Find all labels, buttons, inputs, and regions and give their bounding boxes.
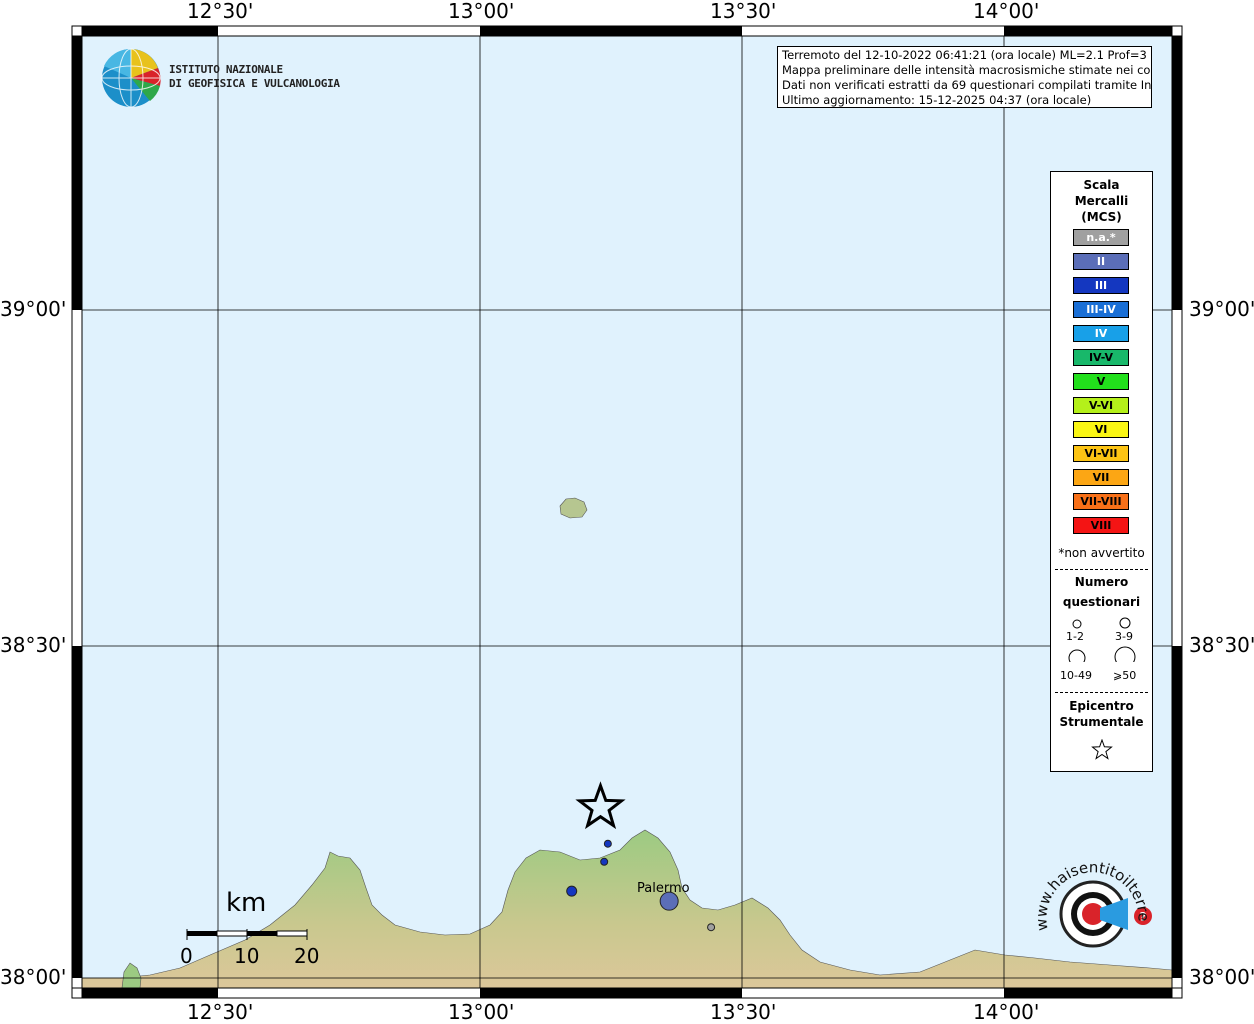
lon-label-top-4: 14°00' — [973, 0, 1040, 23]
scale-tick-0: 0 — [180, 944, 193, 968]
count-circle-50 — [1114, 646, 1136, 662]
observation-point[interactable] — [566, 885, 578, 897]
legend-epi-line-2: Strumentale — [1059, 715, 1144, 729]
count-circle-3-9 — [1119, 617, 1131, 629]
legend-epi-line-1: Epicentro — [1069, 699, 1134, 713]
observation-point[interactable] — [603, 839, 612, 848]
event-info-line-2: Mappa preliminare delle intensità macros… — [782, 63, 1152, 77]
institute-name: ISTITUTO NAZIONALE DI GEOFISICA E VULCAN… — [169, 63, 340, 91]
legend-title: Scala Mercalli (MCS) — [1051, 177, 1152, 225]
lon-label-top-3: 13°30' — [710, 0, 777, 23]
legend-star-icon — [1091, 739, 1113, 760]
count-label-50: ⩾50 — [1113, 669, 1137, 682]
legend-title-line-1: Scala — [1083, 178, 1120, 192]
lon-label-top-1: 12°30' — [187, 0, 254, 23]
place-label-palermo: Palermo — [637, 881, 690, 896]
legend-swatch-vivii: VI-VII — [1073, 445, 1129, 462]
observation-point[interactable] — [707, 923, 716, 932]
legend-separator-1 — [1055, 569, 1148, 570]
legend-swatch-vvi: V-VI — [1073, 397, 1129, 414]
legend-swatch-iv: IV — [1073, 325, 1129, 342]
legend-title-line-3: (MCS) — [1081, 210, 1122, 224]
legend-swatch-iii: III — [1073, 277, 1129, 294]
observation-point[interactable] — [600, 857, 609, 866]
institute-line-1: ISTITUTO NAZIONALE — [169, 63, 283, 76]
scale-tick-10: 10 — [234, 944, 260, 968]
lon-label-bottom-2: 13°00' — [448, 1000, 515, 1024]
event-info-box: Terremoto del 12-10-2022 06:41:21 (ora l… — [777, 46, 1152, 108]
legend-count-title-line-1: Numero — [1074, 575, 1129, 589]
legend-swatch-na: n.a.* — [1073, 229, 1129, 246]
legend-count-title-line-2: questionari — [1062, 595, 1141, 609]
legend-swatch-ivv: IV-V — [1073, 349, 1129, 366]
lat-label-left-1: 39°00' — [0, 297, 67, 321]
count-label-1-2: 1-2 — [1066, 630, 1084, 643]
count-label-10-49: 10-49 — [1060, 669, 1092, 682]
legend-swatch-v: V — [1073, 373, 1129, 390]
count-circle-1-2 — [1072, 619, 1082, 629]
legend-swatch-viii: VIII — [1073, 517, 1129, 534]
legend-swatch-viiviii: VII-VIII — [1073, 493, 1129, 510]
legend-na-note: *non avvertito — [1058, 546, 1145, 560]
lat-label-right-3: 38°00' — [1189, 965, 1254, 989]
event-info-line-1: Terremoto del 12-10-2022 06:41:21 (ora l… — [782, 48, 1152, 62]
lat-label-left-3: 38°00' — [0, 965, 67, 989]
legend-swatch-vi: VI — [1073, 421, 1129, 438]
legend-swatch-ii: II — [1073, 253, 1129, 270]
lon-label-bottom-4: 14°00' — [973, 1000, 1040, 1024]
event-info-line-4: Ultimo aggiornamento: 15-12-2025 04:37 (… — [782, 93, 1092, 107]
legend-swatch-iiiiv: III-IV — [1073, 301, 1129, 318]
lon-label-bottom-1: 12°30' — [187, 1000, 254, 1024]
lat-label-right-2: 38°30' — [1189, 633, 1254, 657]
legend-separator-2 — [1055, 692, 1148, 693]
lon-label-top-2: 13°00' — [448, 0, 515, 23]
count-label-3-9: 3-9 — [1115, 630, 1133, 643]
lat-label-left-2: 38°30' — [0, 633, 67, 657]
legend-title-line-2: Mercalli — [1074, 194, 1129, 208]
scale-unit: km — [226, 888, 267, 918]
mcs-legend: Scala Mercalli (MCS) n.a.* II III III-IV IV I… — [1050, 171, 1153, 772]
lat-label-right-1: 39°00' — [1189, 297, 1254, 321]
event-info-line-3: Dati non verificati estratti da 69 quest… — [782, 78, 1152, 92]
legend-swatch-vii: VII — [1073, 469, 1129, 486]
lon-label-bottom-3: 13°30' — [710, 1000, 777, 1024]
scale-tick-20: 20 — [294, 944, 320, 968]
count-circle-10-49 — [1068, 649, 1086, 662]
institute-line-2: DI GEOFISICA E VULCANOLOGIA — [169, 77, 340, 90]
